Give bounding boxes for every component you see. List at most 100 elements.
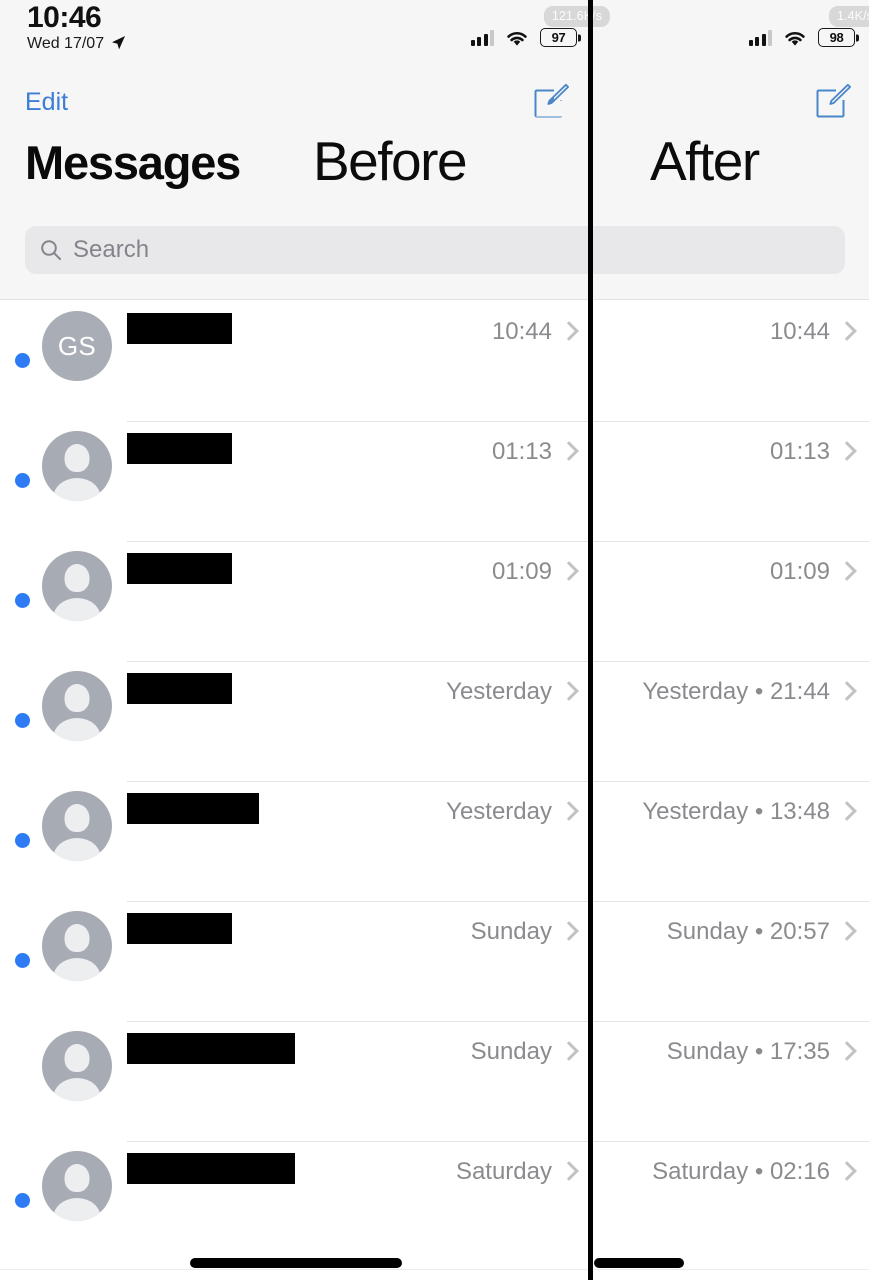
- person-icon-body: [53, 1078, 101, 1101]
- redacted-contact-name: [127, 313, 232, 344]
- person-icon-head: [64, 444, 90, 472]
- conversation-row[interactable]: Sunday Sunday • 20:57: [0, 901, 869, 1021]
- conversation-row[interactable]: Saturday Saturday • 02:16: [0, 1141, 869, 1261]
- conversation-meta-before: Saturday: [456, 1159, 573, 1185]
- person-icon-head: [64, 1164, 90, 1192]
- conversation-row[interactable]: 01:09 01:09: [0, 541, 869, 661]
- unread-indicator-dot: [15, 953, 30, 968]
- timestamp-after: 01:09: [769, 558, 830, 585]
- chevron-right-icon: [840, 922, 851, 942]
- timestamp-after: Saturday • 02:16: [652, 1158, 830, 1185]
- avatar[interactable]: [42, 1151, 112, 1221]
- location-arrow-icon: [112, 36, 126, 50]
- network-speed-badge-left: 121.6K/s: [543, 6, 611, 27]
- conversation-meta-after: Sunday • 20:57: [667, 919, 851, 945]
- navigation-bar: Edit Messages Before After: [0, 62, 869, 212]
- compose-message-icon[interactable]: [814, 82, 852, 125]
- timestamp-after: 10:44: [769, 318, 830, 345]
- avatar[interactable]: [42, 551, 112, 621]
- timestamp-before: 01:13: [491, 438, 552, 465]
- search-icon: [41, 240, 61, 260]
- unread-indicator-dot: [15, 1193, 30, 1208]
- unread-indicator-dot: [15, 353, 30, 368]
- chevron-right-icon: [840, 802, 851, 822]
- person-icon-body: [53, 718, 101, 741]
- avatar[interactable]: [42, 791, 112, 861]
- search-placeholder: Search: [73, 236, 150, 263]
- redacted-contact-name: [127, 673, 232, 704]
- conversation-meta-before: Sunday: [471, 1039, 573, 1065]
- bottom-separator: [0, 1269, 869, 1270]
- status-date: Wed 17/07: [27, 34, 105, 52]
- unread-indicator-dot: [15, 473, 30, 488]
- conversation-meta-after: 01:13: [770, 439, 851, 465]
- status-time: 10:46: [27, 1, 102, 34]
- avatar[interactable]: [42, 431, 112, 501]
- person-icon-head: [64, 804, 90, 832]
- avatar[interactable]: [42, 671, 112, 741]
- chevron-right-icon: [562, 682, 573, 702]
- chevron-right-icon: [562, 802, 573, 822]
- chevron-right-icon: [840, 1042, 851, 1062]
- person-icon-body: [53, 1198, 101, 1221]
- avatar[interactable]: [42, 911, 112, 981]
- chevron-right-icon: [562, 1042, 573, 1062]
- compose-message-icon[interactable]: [532, 82, 570, 125]
- timestamp-after: Yesterday • 21:44: [642, 678, 830, 705]
- person-icon-head: [64, 1044, 90, 1072]
- redacted-contact-name: [127, 793, 259, 824]
- conversation-list: GS 10:44 10:44 01:13 01:13 01:09 01:09 Yesterda…: [0, 301, 869, 1261]
- person-icon-body: [53, 958, 101, 981]
- conversation-meta-after: Saturday • 02:16: [652, 1159, 851, 1185]
- chevron-right-icon: [840, 1162, 851, 1182]
- avatar-initials: GS: [57, 331, 97, 361]
- timestamp-before: Sunday: [470, 1038, 552, 1065]
- conversation-meta-before: 10:44: [492, 319, 573, 345]
- annotation-after: After: [650, 130, 760, 192]
- timestamp-after: Sunday • 20:57: [666, 918, 830, 945]
- person-icon-head: [64, 924, 90, 952]
- unread-indicator-dot: [15, 833, 30, 848]
- chevron-right-icon: [840, 562, 851, 582]
- conversation-meta-before: Yesterday: [446, 799, 573, 825]
- conversation-row[interactable]: Sunday Sunday • 17:35: [0, 1021, 869, 1141]
- chevron-right-icon: [562, 1162, 573, 1182]
- conversation-row[interactable]: 01:13 01:13: [0, 421, 869, 541]
- battery-percent-left: 97: [551, 30, 566, 45]
- search-input[interactable]: Search: [25, 226, 845, 274]
- conversation-meta-after: Yesterday • 13:48: [642, 799, 851, 825]
- battery-indicator-left: 97: [540, 28, 577, 47]
- annotation-before: Before: [313, 130, 468, 192]
- header-zone: 10:46 Wed 17/07 121.6K/s 97 1.4K/ 98 Edi…: [0, 0, 869, 300]
- redacted-contact-name: [127, 553, 232, 584]
- edit-button[interactable]: Edit: [25, 88, 68, 116]
- page-title: Messages: [25, 136, 241, 189]
- conversation-row[interactable]: GS 10:44 10:44: [0, 301, 869, 421]
- screenshot-root: 10:46 Wed 17/07 121.6K/s 97 1.4K/ 98 Edi…: [0, 0, 869, 1280]
- home-indicator-left: [190, 1258, 402, 1268]
- chevron-right-icon: [840, 682, 851, 702]
- network-speed-badge-right: 1.4K/s: [828, 6, 869, 27]
- timestamp-before: Sunday: [470, 918, 552, 945]
- timestamp-after: Sunday • 17:35: [666, 1038, 830, 1065]
- wifi-icon: [785, 31, 805, 46]
- avatar[interactable]: [42, 1031, 112, 1101]
- timestamp-before: Yesterday: [446, 798, 552, 825]
- redacted-contact-name: [127, 1153, 295, 1184]
- before-after-split-divider: [588, 0, 593, 1280]
- unread-indicator-dot: [15, 593, 30, 608]
- chevron-right-icon: [562, 562, 573, 582]
- person-icon-head: [64, 684, 90, 712]
- person-icon-head: [64, 564, 90, 592]
- conversation-meta-after: 10:44: [770, 319, 851, 345]
- timestamp-before: 10:44: [491, 318, 552, 345]
- chevron-right-icon: [562, 442, 573, 462]
- battery-percent-right: 98: [829, 30, 844, 45]
- avatar[interactable]: GS: [42, 311, 112, 381]
- chevron-right-icon: [840, 322, 851, 342]
- person-icon-body: [53, 838, 101, 861]
- timestamp-after: 01:13: [769, 438, 830, 465]
- conversation-row[interactable]: Yesterday Yesterday • 21:44: [0, 661, 869, 781]
- conversation-row[interactable]: Yesterday Yesterday • 13:48: [0, 781, 869, 901]
- timestamp-after: Yesterday • 13:48: [642, 798, 830, 825]
